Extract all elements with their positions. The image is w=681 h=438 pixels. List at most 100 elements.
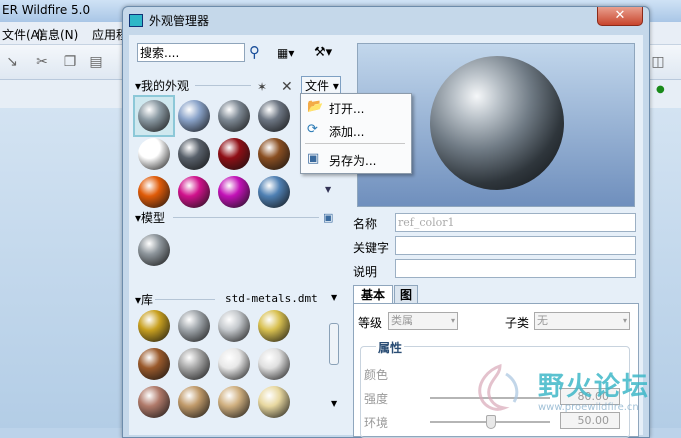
- dialog-icon: [129, 14, 143, 27]
- delete-icon[interactable]: ✕: [281, 80, 295, 94]
- library-appearance-swatch[interactable]: [135, 383, 173, 421]
- appearance-sphere: [258, 348, 290, 380]
- watermark-url: www.proewildfire.cn: [538, 402, 639, 413]
- my-appearances-header[interactable]: ▾我的外观: [135, 77, 189, 94]
- new-appearance-icon[interactable]: ✶: [257, 80, 271, 94]
- copy-icon[interactable]: ❐: [62, 54, 78, 70]
- add-icon: ⟳: [307, 122, 318, 137]
- library-appearance-swatch[interactable]: [215, 345, 253, 383]
- model-appearance-icon[interactable]: ▣: [323, 211, 339, 225]
- description-field[interactable]: [395, 259, 636, 278]
- my-appearance-swatch[interactable]: [175, 173, 213, 211]
- name-field[interactable]: ref_color1: [395, 213, 636, 232]
- library-appearance-swatch[interactable]: [215, 383, 253, 421]
- color-label: 颜色: [364, 368, 389, 382]
- open-folder-icon: 📂: [307, 99, 324, 114]
- appearance-sphere: [218, 100, 250, 132]
- menu-info[interactable]: 信息(N): [36, 26, 78, 43]
- traffic-light-icon[interactable]: ●: [656, 84, 665, 95]
- library-appearance-swatch[interactable]: [255, 307, 293, 345]
- appearance-sphere: [178, 138, 210, 170]
- appearance-sphere: [178, 100, 210, 132]
- my-appearance-swatch[interactable]: [215, 135, 253, 173]
- appearance-sphere: [178, 386, 210, 418]
- my-appearance-swatch[interactable]: [135, 173, 173, 211]
- menu-open[interactable]: 打开...: [329, 100, 364, 117]
- intensity-label: 强度: [364, 392, 389, 406]
- appearance-sphere: [178, 176, 210, 208]
- library-dropdown-icon[interactable]: ▼: [331, 293, 337, 302]
- appearance-sphere: [178, 348, 210, 380]
- divider: [173, 217, 319, 218]
- appearance-sphere: [138, 234, 170, 266]
- library-appearance-swatch[interactable]: [175, 345, 213, 383]
- model-appearance-swatch[interactable]: [135, 231, 173, 269]
- scroll-down-icon[interactable]: ▼: [331, 399, 337, 408]
- library-scrollbar[interactable]: [329, 323, 339, 365]
- app-title: ER Wildfire 5.0: [2, 3, 91, 17]
- library-appearance-swatch[interactable]: [255, 383, 293, 421]
- model-header[interactable]: ▾模型: [135, 209, 165, 226]
- chevron-down-icon: ▾: [622, 316, 627, 325]
- appearance-sphere: [218, 176, 250, 208]
- my-appearance-swatch[interactable]: [215, 173, 253, 211]
- appearance-sphere: [218, 138, 250, 170]
- my-appearance-swatch[interactable]: [255, 97, 293, 135]
- arrow-icon[interactable]: ↘: [4, 54, 20, 70]
- my-appearance-swatch[interactable]: [135, 135, 173, 173]
- appearance-sphere: [258, 138, 290, 170]
- paste-icon[interactable]: ▤: [88, 54, 104, 70]
- watermark-text: 野火论坛: [538, 372, 651, 402]
- cut-icon[interactable]: ✂: [34, 54, 50, 70]
- my-appearance-swatch[interactable]: [255, 135, 293, 173]
- properties-label: 属性: [376, 339, 405, 356]
- my-appearance-swatch[interactable]: [255, 173, 293, 211]
- cube-icon[interactable]: ◫: [650, 54, 666, 70]
- appearance-sphere: [138, 348, 170, 380]
- library-header[interactable]: ▾库: [135, 291, 153, 308]
- chevron-down-icon: ▾: [450, 316, 455, 325]
- menu-separator: [305, 143, 405, 144]
- appearance-sphere: [138, 310, 170, 342]
- file-dropdown-menu: 📂 打开... ⟳ 添加... ▣ 另存为...: [300, 93, 412, 174]
- appearance-sphere: [138, 176, 170, 208]
- appearance-sphere: [258, 176, 290, 208]
- library-appearance-swatch[interactable]: [215, 307, 253, 345]
- library-filename: std-metals.dmt: [225, 292, 318, 305]
- preview-sphere: [430, 56, 564, 190]
- appearance-sphere: [218, 310, 250, 342]
- menu-add[interactable]: 添加...: [329, 123, 364, 140]
- library-appearance-swatch[interactable]: [175, 307, 213, 345]
- library-appearance-swatch[interactable]: [175, 383, 213, 421]
- menu-save-as[interactable]: 另存为...: [329, 152, 376, 169]
- tools-button[interactable]: ⚒▾: [314, 44, 342, 62]
- appearance-sphere: [178, 310, 210, 342]
- my-appearance-swatch[interactable]: [133, 95, 175, 137]
- divider: [155, 299, 215, 300]
- watermark: 野火论坛 www.proewildfire.cn: [470, 360, 680, 428]
- tab-map[interactable]: 图: [394, 285, 418, 304]
- my-appearance-swatch[interactable]: [175, 135, 213, 173]
- subclass-select[interactable]: 无 ▾: [534, 312, 630, 330]
- appearance-sphere: [138, 100, 170, 132]
- view-options-button[interactable]: ▦▾: [277, 44, 301, 62]
- search-icon[interactable]: ⚲: [249, 44, 265, 60]
- tab-basic[interactable]: 基本: [353, 285, 393, 304]
- appearance-sphere: [258, 100, 290, 132]
- appearance-sphere: [138, 138, 170, 170]
- scroll-down-icon[interactable]: ▼: [325, 185, 331, 194]
- search-input[interactable]: 搜索....: [137, 43, 245, 62]
- close-button[interactable]: ✕: [597, 7, 643, 26]
- library-appearance-swatch[interactable]: [135, 345, 173, 383]
- appearance-sphere: [218, 348, 250, 380]
- description-label: 说明: [353, 265, 378, 279]
- appearance-sphere: [258, 386, 290, 418]
- keywords-field[interactable]: [395, 236, 636, 255]
- dialog-title: 外观管理器: [149, 14, 210, 28]
- library-appearance-swatch[interactable]: [255, 345, 293, 383]
- my-appearance-swatch[interactable]: [215, 97, 253, 135]
- my-appearance-swatch[interactable]: [175, 97, 213, 135]
- library-appearance-swatch[interactable]: [135, 307, 173, 345]
- divider: [195, 85, 251, 86]
- class-select[interactable]: 类属 ▾: [388, 312, 458, 330]
